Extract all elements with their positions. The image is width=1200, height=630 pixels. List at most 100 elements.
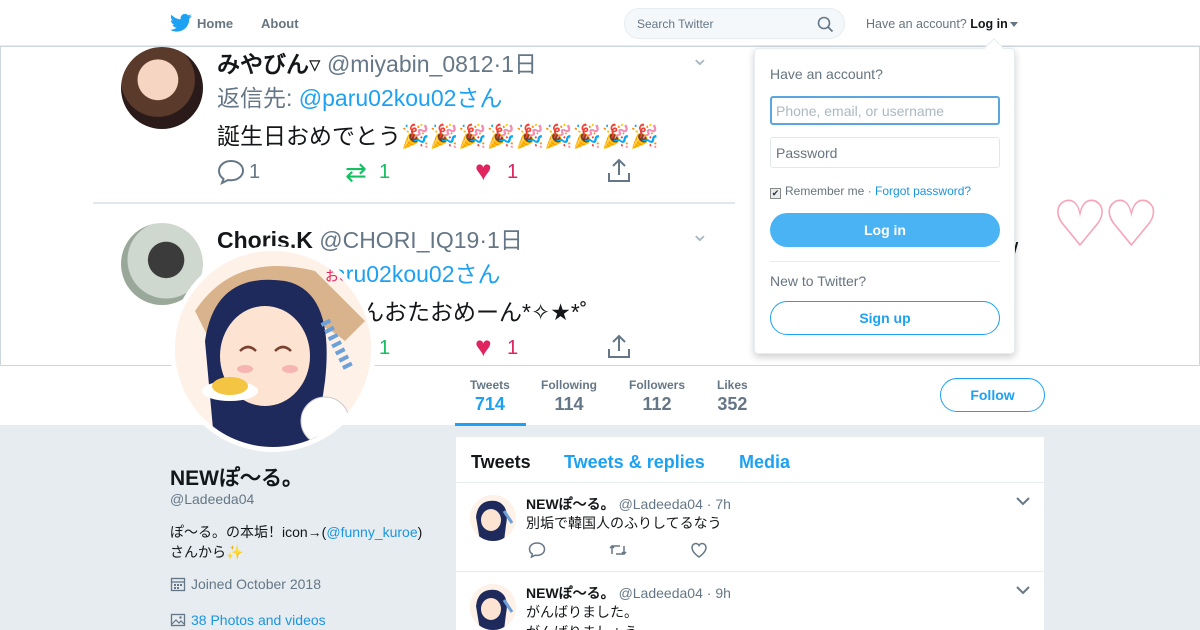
reply-count: 1 bbox=[249, 161, 261, 183]
stat-tweets[interactable]: Tweets 714 bbox=[470, 378, 510, 415]
image-icon bbox=[170, 613, 186, 627]
remember-row: ✔ Remember me · Forgot password? bbox=[770, 184, 971, 199]
tweet-header: NEWぽ〜る。 @Ladeeda04 · 7h bbox=[526, 494, 731, 514]
chevron-down-icon[interactable] bbox=[1016, 493, 1030, 509]
like-count: 1 bbox=[507, 337, 519, 359]
login-dropdown-toggle[interactable]: Have an account? Log in bbox=[866, 17, 1018, 31]
tweet-author-name[interactable]: NEWぽ〜る。 bbox=[526, 496, 615, 512]
forgot-password-link[interactable]: Forgot password? bbox=[875, 184, 971, 198]
stat-value: 714 bbox=[474, 394, 505, 414]
profile-handle[interactable]: @Ladeeda04 bbox=[170, 491, 254, 507]
tweet-author-handle[interactable]: @Ladeeda04 bbox=[619, 496, 703, 512]
have-account-text: Have an account? bbox=[866, 17, 967, 31]
banner-tweet-text: 誕生日おめでとう🎉🎉🎉🎉🎉🎉🎉🎉🎉 bbox=[217, 123, 659, 149]
banner-tweet-time: 1日 bbox=[487, 227, 523, 253]
signup-button[interactable]: Sign up bbox=[770, 301, 1000, 335]
active-tab-indicator bbox=[455, 423, 526, 426]
top-navigation: Home About Search Twitter Have an accoun… bbox=[0, 0, 1200, 46]
twitter-bird-icon[interactable] bbox=[170, 13, 192, 33]
banner-tweet-text: んおたおめーん*✧★*˚ bbox=[361, 299, 588, 325]
like-count: 1 bbox=[507, 161, 519, 183]
stat-value: 114 bbox=[554, 394, 584, 414]
password-placeholder: Password bbox=[776, 145, 838, 161]
tweet-text-line: がんばりましょう bbox=[526, 622, 638, 630]
banner-tweet: みやびん▿ @miyabin_0812·1日 ⌄ 返信先: @paru02kou… bbox=[93, 47, 735, 204]
nav-home-link[interactable]: Home bbox=[197, 16, 233, 31]
banner-tweet-handle: @CHORI_IQ19 bbox=[319, 227, 480, 253]
chevron-down-icon[interactable] bbox=[1016, 582, 1030, 598]
tweet-time[interactable]: 9h bbox=[715, 585, 731, 601]
avatar-illustration: おめ bbox=[175, 251, 371, 447]
banner-tweet-header: みやびん▿ @miyabin_0812·1日 bbox=[217, 51, 537, 77]
heart-doodle-icon: ♡♡ bbox=[1051, 188, 1160, 260]
stat-following[interactable]: Following 114 bbox=[541, 378, 597, 415]
chevron-down-icon: ⌄ bbox=[690, 46, 709, 70]
share-icon bbox=[605, 333, 633, 365]
password-field[interactable]: Password bbox=[770, 137, 1000, 168]
login-button[interactable]: Log in bbox=[770, 213, 1000, 247]
profile-name: NEWぽ〜る。 bbox=[170, 467, 303, 490]
banner-tweet-handle: @miyabin_0812 bbox=[326, 51, 494, 77]
separator: · bbox=[867, 184, 872, 198]
remember-label[interactable]: Remember me bbox=[785, 184, 864, 198]
share-icon bbox=[605, 157, 633, 191]
stat-value: 112 bbox=[642, 394, 672, 414]
search-placeholder: Search Twitter bbox=[637, 17, 714, 31]
new-to-twitter-text: New to Twitter? bbox=[770, 273, 867, 289]
profile-avatar[interactable]: おめ bbox=[170, 246, 376, 452]
photos-text: 38 Photos and videos bbox=[191, 612, 326, 628]
separator: · bbox=[706, 585, 712, 601]
tweet[interactable]: NEWぽ〜る。 @Ladeeda04 · 9h がんばりました。 がんばりましょ… bbox=[456, 572, 1044, 630]
joined-text: Joined October 2018 bbox=[191, 576, 321, 592]
heart-icon[interactable] bbox=[690, 541, 708, 559]
stat-value: 352 bbox=[717, 394, 748, 414]
remember-checkbox[interactable]: ✔ bbox=[770, 188, 781, 199]
username-placeholder: Phone, email, or username bbox=[776, 103, 945, 119]
tweet-text: 別垢で韓国人のふりしてるなう bbox=[526, 515, 722, 531]
username-field[interactable]: Phone, email, or username bbox=[770, 96, 1000, 125]
nav-about-link[interactable]: About bbox=[261, 16, 299, 31]
tab-media[interactable]: Media bbox=[739, 452, 790, 473]
retweet-count: 1 bbox=[379, 161, 391, 183]
separator: · bbox=[706, 496, 712, 512]
avatar[interactable] bbox=[470, 495, 516, 541]
banner-reply-line: aru02kou02さん bbox=[333, 255, 501, 289]
login-link[interactable]: Log in bbox=[970, 17, 1008, 31]
search-icon[interactable] bbox=[817, 16, 834, 33]
stat-label: Likes bbox=[717, 378, 748, 392]
calendar-icon bbox=[170, 577, 186, 592]
retweet-count: 1 bbox=[379, 337, 391, 359]
tweet-time[interactable]: 7h bbox=[715, 496, 731, 512]
heart-icon: ♥ bbox=[475, 331, 492, 362]
photos-videos-link[interactable]: 38 Photos and videos bbox=[170, 612, 326, 628]
tab-tweets-replies[interactable]: Tweets & replies bbox=[564, 452, 705, 473]
reply-to-handle: aru02kou02さん bbox=[333, 261, 501, 287]
stat-label: Following bbox=[541, 378, 597, 392]
profile-joined: Joined October 2018 bbox=[170, 576, 321, 592]
avatar[interactable] bbox=[470, 584, 516, 630]
banner-reply-line: 返信先: @paru02kou02さん bbox=[217, 79, 502, 113]
reply-to-handle: @paru02kou02さん bbox=[298, 85, 503, 111]
login-heading: Have an account? bbox=[770, 66, 883, 82]
stat-followers[interactable]: Followers 112 bbox=[629, 378, 685, 415]
search-input[interactable]: Search Twitter bbox=[624, 8, 845, 39]
tweet[interactable]: NEWぽ〜る。 @Ladeeda04 · 7h 別垢で韓国人のふりしてるなう bbox=[456, 483, 1044, 572]
tweet-header: NEWぽ〜る。 @Ladeeda04 · 9h bbox=[526, 583, 731, 603]
tweet-author-name[interactable]: NEWぽ〜る。 bbox=[526, 585, 615, 601]
tab-tweets[interactable]: Tweets bbox=[471, 452, 531, 473]
tweet-text-line: がんばりました。 bbox=[526, 604, 638, 620]
retweet-icon[interactable] bbox=[608, 541, 628, 559]
heart-icon: ♥ bbox=[475, 155, 492, 186]
stat-label: Followers bbox=[629, 378, 686, 392]
bio-mention-link[interactable]: @funny_kuroe bbox=[326, 524, 417, 540]
profile-bio: ぽ〜る。の本垢！icon→(@funny_kuroe) さんから✨ bbox=[170, 522, 435, 562]
bio-text: さんから✨ bbox=[170, 544, 244, 560]
reply-icon bbox=[217, 159, 245, 191]
tweet-author-handle[interactable]: @Ladeeda04 bbox=[619, 585, 703, 601]
reply-icon[interactable] bbox=[528, 541, 546, 559]
follow-button[interactable]: Follow bbox=[940, 378, 1045, 412]
timeline: Tweets Tweets & replies Media NEWぽ〜る。 @L… bbox=[456, 437, 1044, 630]
stat-likes[interactable]: Likes 352 bbox=[717, 378, 748, 415]
banner-tweet-time: 1日 bbox=[501, 51, 537, 77]
chevron-down-icon: ⌄ bbox=[690, 221, 709, 246]
